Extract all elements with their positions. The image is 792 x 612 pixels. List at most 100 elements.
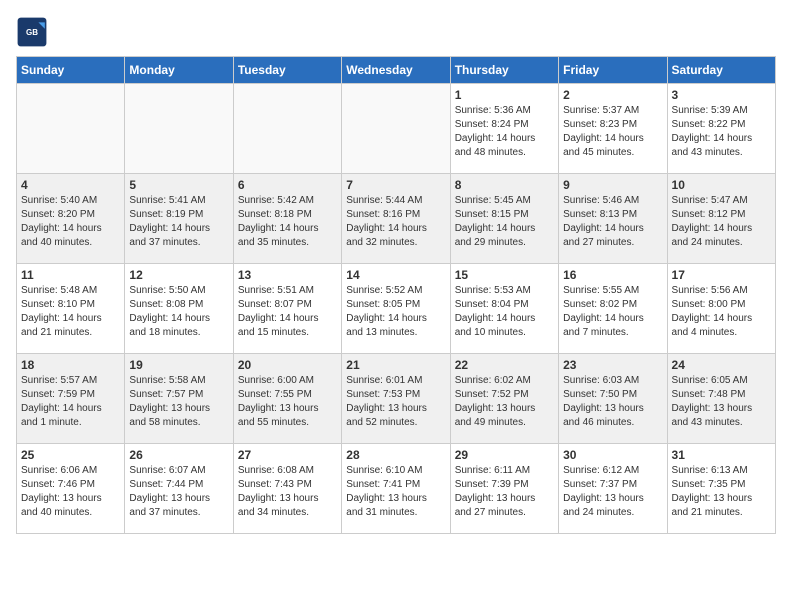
- day-cell: 1 Sunrise: 5:36 AMSunset: 8:24 PMDayligh…: [450, 84, 558, 174]
- day-info: Sunrise: 6:08 AMSunset: 7:43 PMDaylight:…: [238, 464, 337, 520]
- day-number: 7: [346, 178, 445, 192]
- day-cell: 10 Sunrise: 5:47 AMSunset: 8:12 PMDaylig…: [667, 174, 775, 264]
- day-cell: 13 Sunrise: 5:51 AMSunset: 8:07 PMDaylig…: [233, 264, 341, 354]
- day-cell: [125, 84, 233, 174]
- day-info: Sunrise: 6:03 AMSunset: 7:50 PMDaylight:…: [563, 374, 662, 430]
- day-cell: 12 Sunrise: 5:50 AMSunset: 8:08 PMDaylig…: [125, 264, 233, 354]
- day-info: Sunrise: 5:50 AMSunset: 8:08 PMDaylight:…: [129, 284, 228, 340]
- day-number: 25: [21, 448, 120, 462]
- day-cell: 29 Sunrise: 6:11 AMSunset: 7:39 PMDaylig…: [450, 444, 558, 534]
- col-header-saturday: Saturday: [667, 57, 775, 84]
- day-cell: 3 Sunrise: 5:39 AMSunset: 8:22 PMDayligh…: [667, 84, 775, 174]
- week-row-5: 25 Sunrise: 6:06 AMSunset: 7:46 PMDaylig…: [17, 444, 776, 534]
- day-info: Sunrise: 5:40 AMSunset: 8:20 PMDaylight:…: [21, 194, 120, 250]
- day-cell: 14 Sunrise: 5:52 AMSunset: 8:05 PMDaylig…: [342, 264, 450, 354]
- day-cell: [233, 84, 341, 174]
- day-number: 10: [672, 178, 771, 192]
- day-number: 23: [563, 358, 662, 372]
- day-number: 1: [455, 88, 554, 102]
- day-info: Sunrise: 5:48 AMSunset: 8:10 PMDaylight:…: [21, 284, 120, 340]
- day-cell: 19 Sunrise: 5:58 AMSunset: 7:57 PMDaylig…: [125, 354, 233, 444]
- day-info: Sunrise: 5:46 AMSunset: 8:13 PMDaylight:…: [563, 194, 662, 250]
- day-number: 15: [455, 268, 554, 282]
- col-header-tuesday: Tuesday: [233, 57, 341, 84]
- day-cell: 7 Sunrise: 5:44 AMSunset: 8:16 PMDayligh…: [342, 174, 450, 264]
- day-info: Sunrise: 5:51 AMSunset: 8:07 PMDaylight:…: [238, 284, 337, 340]
- day-number: 22: [455, 358, 554, 372]
- day-number: 20: [238, 358, 337, 372]
- day-cell: 26 Sunrise: 6:07 AMSunset: 7:44 PMDaylig…: [125, 444, 233, 534]
- day-info: Sunrise: 5:53 AMSunset: 8:04 PMDaylight:…: [455, 284, 554, 340]
- day-info: Sunrise: 6:12 AMSunset: 7:37 PMDaylight:…: [563, 464, 662, 520]
- day-cell: 8 Sunrise: 5:45 AMSunset: 8:15 PMDayligh…: [450, 174, 558, 264]
- day-info: Sunrise: 5:58 AMSunset: 7:57 PMDaylight:…: [129, 374, 228, 430]
- day-number: 2: [563, 88, 662, 102]
- day-number: 19: [129, 358, 228, 372]
- day-number: 29: [455, 448, 554, 462]
- day-info: Sunrise: 6:10 AMSunset: 7:41 PMDaylight:…: [346, 464, 445, 520]
- day-cell: [17, 84, 125, 174]
- week-row-4: 18 Sunrise: 5:57 AMSunset: 7:59 PMDaylig…: [17, 354, 776, 444]
- day-number: 14: [346, 268, 445, 282]
- day-cell: 4 Sunrise: 5:40 AMSunset: 8:20 PMDayligh…: [17, 174, 125, 264]
- day-cell: [342, 84, 450, 174]
- day-cell: 9 Sunrise: 5:46 AMSunset: 8:13 PMDayligh…: [559, 174, 667, 264]
- day-info: Sunrise: 6:01 AMSunset: 7:53 PMDaylight:…: [346, 374, 445, 430]
- day-info: Sunrise: 6:13 AMSunset: 7:35 PMDaylight:…: [672, 464, 771, 520]
- week-row-2: 4 Sunrise: 5:40 AMSunset: 8:20 PMDayligh…: [17, 174, 776, 264]
- day-number: 3: [672, 88, 771, 102]
- day-info: Sunrise: 5:42 AMSunset: 8:18 PMDaylight:…: [238, 194, 337, 250]
- day-number: 30: [563, 448, 662, 462]
- day-cell: 24 Sunrise: 6:05 AMSunset: 7:48 PMDaylig…: [667, 354, 775, 444]
- day-info: Sunrise: 5:44 AMSunset: 8:16 PMDaylight:…: [346, 194, 445, 250]
- col-header-sunday: Sunday: [17, 57, 125, 84]
- day-cell: 27 Sunrise: 6:08 AMSunset: 7:43 PMDaylig…: [233, 444, 341, 534]
- day-info: Sunrise: 6:11 AMSunset: 7:39 PMDaylight:…: [455, 464, 554, 520]
- day-info: Sunrise: 5:45 AMSunset: 8:15 PMDaylight:…: [455, 194, 554, 250]
- day-number: 11: [21, 268, 120, 282]
- week-row-3: 11 Sunrise: 5:48 AMSunset: 8:10 PMDaylig…: [17, 264, 776, 354]
- day-info: Sunrise: 5:36 AMSunset: 8:24 PMDaylight:…: [455, 104, 554, 160]
- general-blue-icon: GB: [16, 16, 48, 48]
- header-row: SundayMondayTuesdayWednesdayThursdayFrid…: [17, 57, 776, 84]
- day-number: 8: [455, 178, 554, 192]
- day-number: 12: [129, 268, 228, 282]
- day-number: 18: [21, 358, 120, 372]
- day-info: Sunrise: 5:55 AMSunset: 8:02 PMDaylight:…: [563, 284, 662, 340]
- day-info: Sunrise: 5:47 AMSunset: 8:12 PMDaylight:…: [672, 194, 771, 250]
- day-cell: 11 Sunrise: 5:48 AMSunset: 8:10 PMDaylig…: [17, 264, 125, 354]
- day-info: Sunrise: 5:52 AMSunset: 8:05 PMDaylight:…: [346, 284, 445, 340]
- day-info: Sunrise: 5:37 AMSunset: 8:23 PMDaylight:…: [563, 104, 662, 160]
- day-cell: 16 Sunrise: 5:55 AMSunset: 8:02 PMDaylig…: [559, 264, 667, 354]
- day-number: 24: [672, 358, 771, 372]
- day-cell: 18 Sunrise: 5:57 AMSunset: 7:59 PMDaylig…: [17, 354, 125, 444]
- day-cell: 5 Sunrise: 5:41 AMSunset: 8:19 PMDayligh…: [125, 174, 233, 264]
- day-number: 9: [563, 178, 662, 192]
- day-cell: 22 Sunrise: 6:02 AMSunset: 7:52 PMDaylig…: [450, 354, 558, 444]
- day-cell: 15 Sunrise: 5:53 AMSunset: 8:04 PMDaylig…: [450, 264, 558, 354]
- day-number: 4: [21, 178, 120, 192]
- col-header-monday: Monday: [125, 57, 233, 84]
- day-cell: 30 Sunrise: 6:12 AMSunset: 7:37 PMDaylig…: [559, 444, 667, 534]
- day-number: 16: [563, 268, 662, 282]
- col-header-thursday: Thursday: [450, 57, 558, 84]
- day-cell: 21 Sunrise: 6:01 AMSunset: 7:53 PMDaylig…: [342, 354, 450, 444]
- day-info: Sunrise: 6:02 AMSunset: 7:52 PMDaylight:…: [455, 374, 554, 430]
- day-info: Sunrise: 6:00 AMSunset: 7:55 PMDaylight:…: [238, 374, 337, 430]
- col-header-friday: Friday: [559, 57, 667, 84]
- day-cell: 28 Sunrise: 6:10 AMSunset: 7:41 PMDaylig…: [342, 444, 450, 534]
- col-header-wednesday: Wednesday: [342, 57, 450, 84]
- day-cell: 31 Sunrise: 6:13 AMSunset: 7:35 PMDaylig…: [667, 444, 775, 534]
- day-info: Sunrise: 5:56 AMSunset: 8:00 PMDaylight:…: [672, 284, 771, 340]
- day-cell: 17 Sunrise: 5:56 AMSunset: 8:00 PMDaylig…: [667, 264, 775, 354]
- day-info: Sunrise: 6:05 AMSunset: 7:48 PMDaylight:…: [672, 374, 771, 430]
- header: GB: [16, 16, 776, 48]
- day-info: Sunrise: 6:07 AMSunset: 7:44 PMDaylight:…: [129, 464, 228, 520]
- svg-text:GB: GB: [26, 28, 38, 37]
- logo: GB: [16, 16, 52, 48]
- day-number: 13: [238, 268, 337, 282]
- day-info: Sunrise: 5:57 AMSunset: 7:59 PMDaylight:…: [21, 374, 120, 430]
- day-number: 17: [672, 268, 771, 282]
- day-number: 28: [346, 448, 445, 462]
- day-cell: 20 Sunrise: 6:00 AMSunset: 7:55 PMDaylig…: [233, 354, 341, 444]
